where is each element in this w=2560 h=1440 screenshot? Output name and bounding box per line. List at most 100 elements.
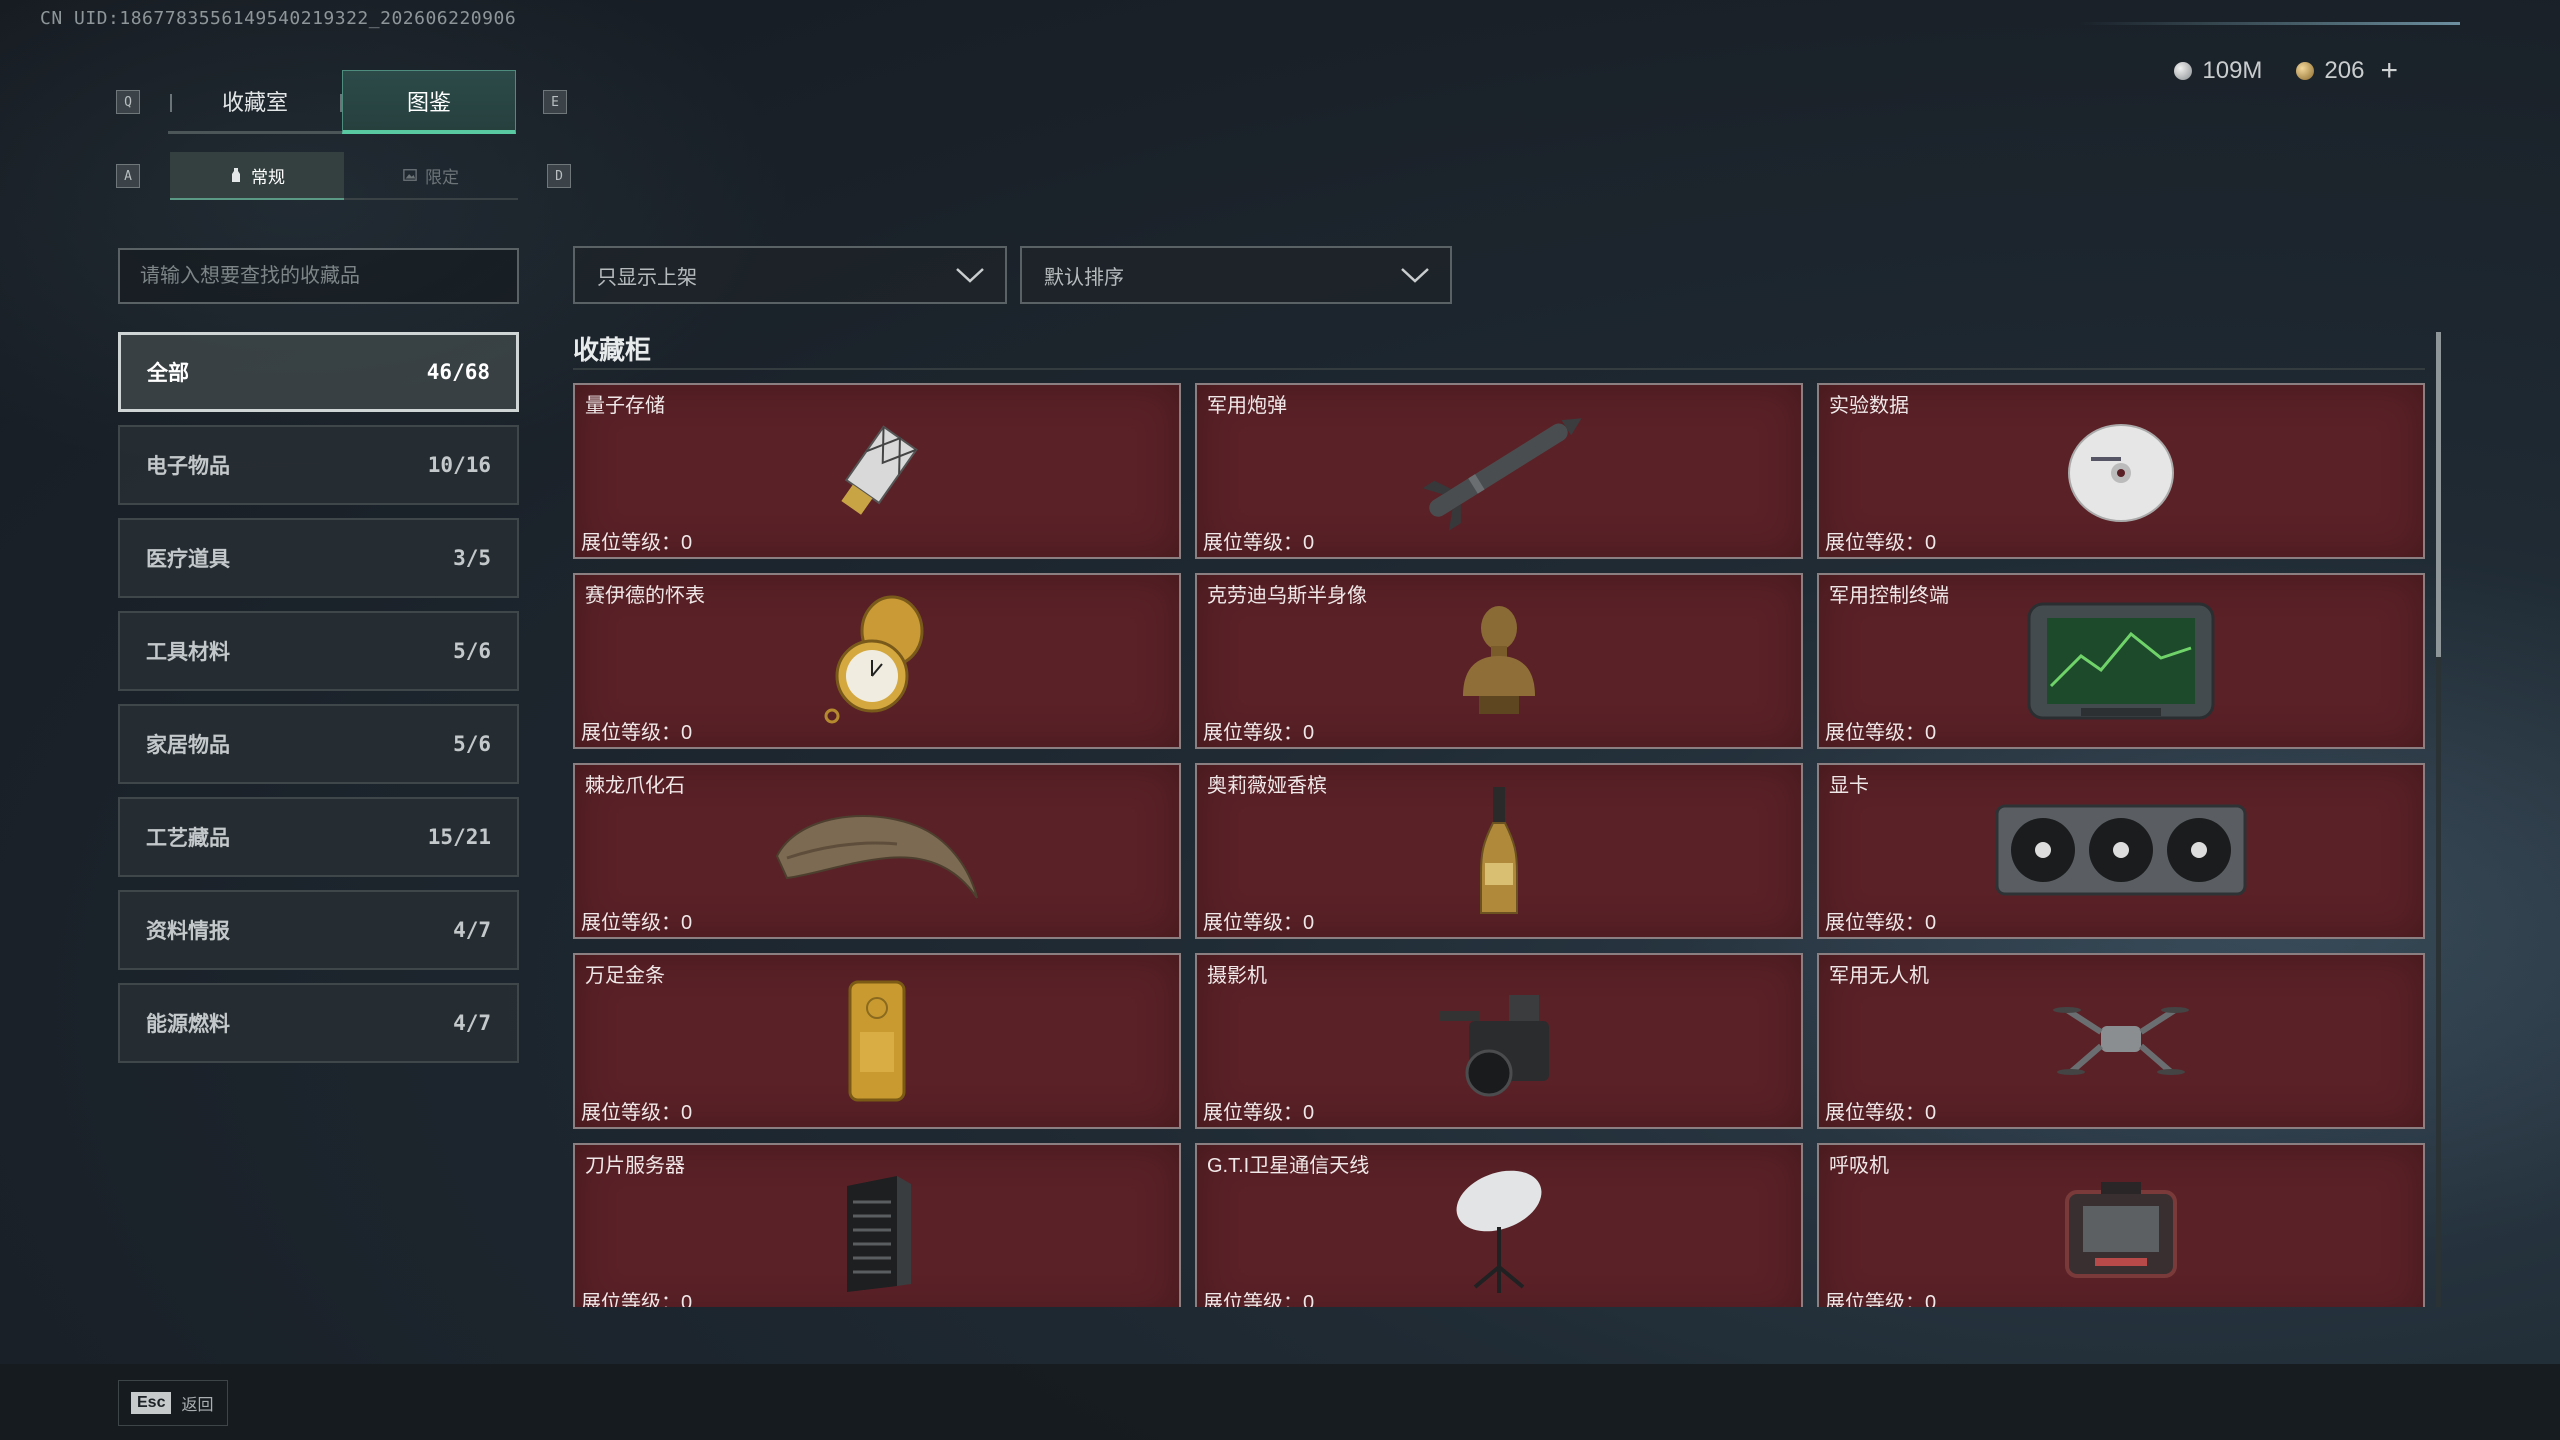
category-count: 4/7 — [453, 1011, 491, 1035]
esc-key: Esc — [131, 1392, 172, 1414]
item-card[interactable]: 刀片服务器 展位等级：0 — [573, 1143, 1181, 1307]
uid-text: CN UID:1867783556149540219322_2026062209… — [40, 8, 517, 29]
booth-level: 展位等级：0 — [1825, 532, 1937, 554]
subtab-regular-label: 常规 — [251, 167, 285, 187]
silver-amount: 109M — [2202, 57, 2263, 84]
category-label: 全部 — [147, 362, 189, 385]
currency-silver: 109M — [2174, 57, 2262, 85]
pocket-watch-icon — [824, 595, 924, 724]
category-count: 4/7 — [453, 918, 491, 942]
item-card[interactable]: 军用炮弹 展位等级：0 — [1195, 383, 1803, 559]
booth-level: 展位等级：0 — [581, 722, 693, 744]
ventilator-icon — [2065, 1182, 2177, 1278]
category-energy[interactable]: 能源燃料 4/7 — [118, 983, 519, 1063]
key-hint-e[interactable]: E — [543, 90, 567, 114]
item-name: G.T.I卫星通信天线 — [1207, 1155, 1370, 1177]
item-card[interactable]: 赛伊德的怀表 展位等级：0 — [573, 573, 1181, 749]
booth-level: 展位等级：0 — [1203, 1102, 1315, 1124]
item-name: 棘龙爪化石 — [585, 775, 685, 797]
category-label: 医疗道具 — [146, 548, 230, 571]
booth-level: 展位等级：0 — [1203, 1292, 1315, 1307]
category-list: 全部 46/68 电子物品 10/16 医疗道具 3/5 工具材料 5/6 家居… — [118, 332, 519, 1076]
subtab-limited[interactable]: 限定 — [344, 152, 518, 200]
booth-level: 展位等级：0 — [581, 1102, 693, 1124]
item-name: 摄影机 — [1207, 965, 1267, 987]
collection-grid: 量子存储 展位等级：0 军用炮弹 展位等级：0 实验数据 展位等级：0 赛伊德的… — [573, 383, 2425, 1307]
category-label: 工具材料 — [146, 641, 230, 664]
category-medical[interactable]: 医疗道具 3/5 — [118, 518, 519, 598]
item-name: 刀片服务器 — [585, 1155, 685, 1177]
chevron-down-icon — [956, 268, 984, 283]
booth-level: 展位等级：0 — [1203, 722, 1315, 744]
item-card[interactable]: 实验数据 展位等级：0 — [1817, 383, 2425, 559]
champagne-icon — [1480, 787, 1518, 914]
gold-coin-icon — [2296, 62, 2315, 80]
currency-gold: 206 + — [2296, 56, 2398, 86]
item-name: 军用无人机 — [1829, 965, 1929, 987]
main-tab-bar: 收藏室 图鉴 — [168, 70, 516, 134]
booth-level: 展位等级：0 — [1825, 722, 1937, 744]
claw-fossil-icon — [775, 815, 978, 899]
booth-level: 展位等级：0 — [581, 912, 693, 934]
back-button[interactable]: Esc 返回 — [118, 1380, 228, 1426]
video-camera-icon — [1439, 995, 1549, 1097]
subtab-regular[interactable]: 常规 — [170, 152, 344, 200]
satellite-dish-icon — [1456, 1170, 1542, 1293]
category-label: 资料情报 — [146, 920, 230, 943]
key-hint-a[interactable]: A — [116, 164, 140, 188]
gold-bar-icon — [848, 980, 906, 1102]
gold-amount: 206 — [2324, 57, 2365, 84]
item-card[interactable]: 量子存储 展位等级：0 — [573, 383, 1181, 559]
category-count: 3/5 — [453, 546, 491, 570]
item-card[interactable]: 军用控制终端 展位等级：0 — [1817, 573, 2425, 749]
tablet-terminal-icon — [2027, 602, 2215, 720]
item-name: 军用炮弹 — [1207, 395, 1287, 417]
drone-icon — [2053, 1007, 2189, 1075]
item-card[interactable]: 摄影机 展位等级：0 — [1195, 953, 1803, 1129]
category-label: 工艺藏品 — [146, 827, 230, 850]
item-name: 赛伊德的怀表 — [585, 585, 705, 607]
shelf-filter-value: 只显示上架 — [597, 266, 697, 289]
key-hint-q[interactable]: Q — [116, 90, 140, 114]
item-card[interactable]: 军用无人机 展位等级：0 — [1817, 953, 2425, 1129]
tab-codex[interactable]: 图鉴 — [342, 70, 516, 134]
category-intel[interactable]: 资料情报 4/7 — [118, 890, 519, 970]
booth-level: 展位等级：0 — [1203, 912, 1315, 934]
category-label: 电子物品 — [146, 455, 230, 478]
category-count: 15/21 — [427, 825, 491, 849]
item-card[interactable]: G.T.I卫星通信天线 展位等级：0 — [1195, 1143, 1803, 1307]
back-label: 返回 — [181, 1397, 214, 1414]
category-tools[interactable]: 工具材料 5/6 — [118, 611, 519, 691]
category-count: 5/6 — [453, 639, 491, 663]
sort-dropdown[interactable]: 默认排序 — [1020, 246, 1452, 304]
category-household[interactable]: 家居物品 5/6 — [118, 704, 519, 784]
item-name: 实验数据 — [1829, 395, 1909, 417]
add-currency-button[interactable]: + — [2380, 56, 2398, 86]
bottle-icon — [232, 168, 240, 182]
category-electronics[interactable]: 电子物品 10/16 — [118, 425, 519, 505]
grid-scrollbar-thumb[interactable] — [2436, 332, 2441, 657]
tab-divider — [340, 94, 342, 112]
booth-level: 展位等级：0 — [1825, 912, 1937, 934]
category-all[interactable]: 全部 46/68 — [118, 332, 519, 412]
chevron-down-icon — [1401, 268, 1429, 283]
key-hint-d[interactable]: D — [547, 164, 571, 188]
disc-icon — [2068, 424, 2174, 522]
bust-icon — [1463, 606, 1535, 714]
sort-value: 默认排序 — [1044, 266, 1124, 289]
item-card[interactable]: 呼吸机 展位等级：0 — [1817, 1143, 2425, 1307]
item-card[interactable]: 克劳迪乌斯半身像 展位等级：0 — [1195, 573, 1803, 749]
category-count: 5/6 — [453, 732, 491, 756]
item-card[interactable]: 奥莉薇娅香槟 展位等级：0 — [1195, 763, 1803, 939]
category-crafts[interactable]: 工艺藏品 15/21 — [118, 797, 519, 877]
tab-collection-room[interactable]: 收藏室 — [168, 70, 342, 134]
item-name: 奥莉薇娅香槟 — [1207, 775, 1327, 797]
item-name: 呼吸机 — [1829, 1155, 1889, 1177]
shelf-filter-dropdown[interactable]: 只显示上架 — [573, 246, 1007, 304]
item-card[interactable]: 显卡 展位等级：0 — [1817, 763, 2425, 939]
graphics-card-icon — [1995, 804, 2247, 896]
item-card[interactable]: 棘龙爪化石 展位等级：0 — [573, 763, 1181, 939]
search-input[interactable] — [140, 264, 517, 288]
collection-grid-viewport: 量子存储 展位等级：0 军用炮弹 展位等级：0 实验数据 展位等级：0 赛伊德的… — [573, 383, 2425, 1307]
item-card[interactable]: 万足金条 展位等级：0 — [573, 953, 1181, 1129]
